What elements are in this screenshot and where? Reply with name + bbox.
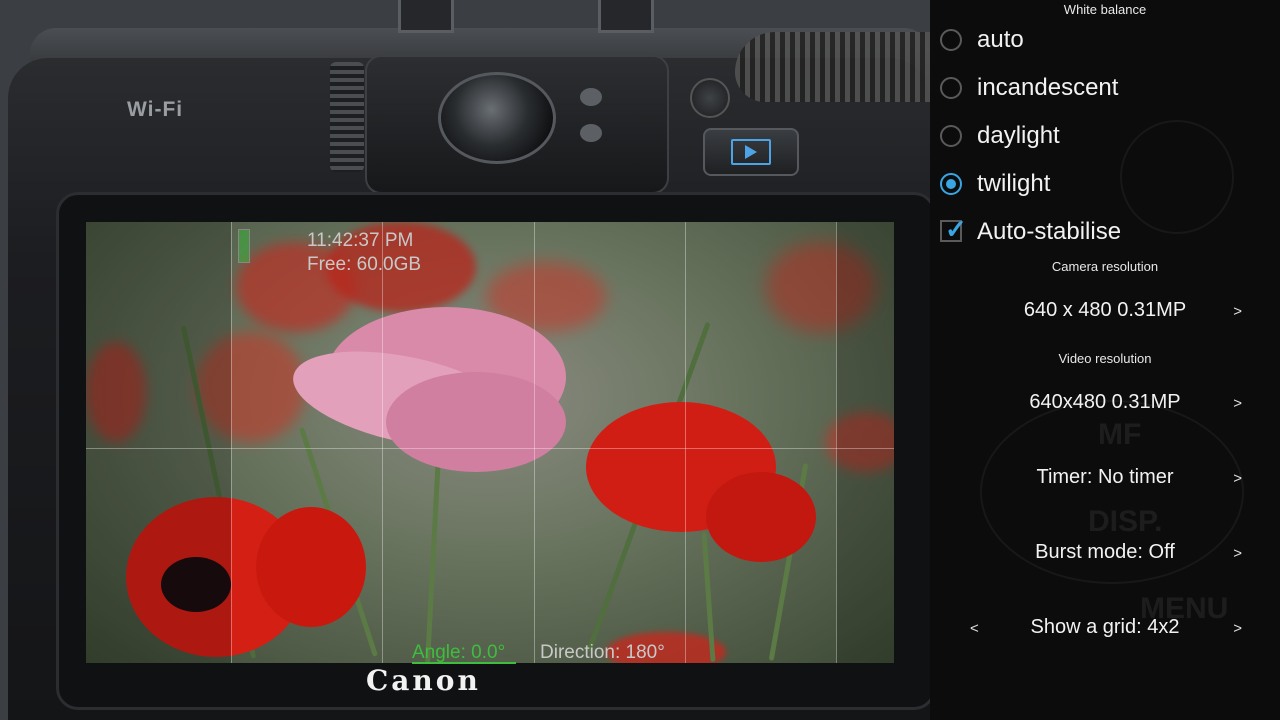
grid-line <box>231 222 232 663</box>
radio-button[interactable] <box>940 125 962 147</box>
red-poppy-petal <box>256 507 366 627</box>
camera-resolution-title: Camera resolution <box>1051 259 1159 274</box>
radio-label: daylight <box>977 122 1060 149</box>
timer-value: Timer: No timer <box>1036 466 1174 488</box>
grid-selector[interactable]: < Show a grid: 4x2 > <box>930 604 1280 654</box>
wifi-label: Wi-Fi <box>127 98 184 121</box>
angle-level-line <box>412 662 516 664</box>
hotshoe-left <box>398 0 454 33</box>
play-icon <box>731 139 771 165</box>
burst-mode-selector[interactable]: Burst mode: Off > <box>930 529 1280 579</box>
radio-button[interactable] <box>940 29 962 51</box>
sensor-dot-bottom <box>580 124 602 142</box>
next-arrow-icon[interactable]: > <box>1233 620 1242 637</box>
video-resolution-selector[interactable]: 640x480 0.31MP > <box>930 379 1280 429</box>
camera-resolution-value: 640 x 480 0.31MP <box>1023 299 1187 321</box>
pink-poppy-petal <box>386 372 566 472</box>
red-poppy-petal <box>706 472 816 562</box>
burst-mode-value: Burst mode: Off <box>1035 541 1175 563</box>
angle-display: Angle: 0.0° <box>412 642 506 663</box>
diopter-screw <box>690 78 730 118</box>
camera-resolution-selector[interactable]: 640 x 480 0.31MP > <box>930 287 1280 337</box>
auto-stabilise-toggle[interactable]: ✓ Auto-stabilise <box>940 214 1270 254</box>
white-balance-title: White balance <box>1063 2 1147 17</box>
radio-button-selected[interactable] <box>940 173 962 195</box>
battery-indicator <box>238 229 250 263</box>
timer-selector[interactable]: Timer: No timer > <box>930 454 1280 504</box>
flower-stem <box>425 437 442 663</box>
next-arrow-icon[interactable]: > <box>1233 395 1242 412</box>
white-balance-auto[interactable]: auto <box>940 22 1270 62</box>
checkbox-label: Auto-stabilise <box>977 218 1122 245</box>
grid-line <box>836 222 837 663</box>
free-space-display: Free: 60.0GB <box>307 254 422 275</box>
grid-value: Show a grid: 4x2 <box>1030 616 1180 638</box>
sensor-dot-top <box>580 88 602 106</box>
video-resolution-value: 640x480 0.31MP <box>1029 391 1181 413</box>
checkmark-icon: ✓ <box>945 214 967 244</box>
grid-line <box>382 222 383 663</box>
control-dial <box>330 62 364 172</box>
next-arrow-icon[interactable]: > <box>1233 470 1242 487</box>
playback-button <box>703 128 799 176</box>
settings-panel: MF DISP. MENU White balance auto incande… <box>930 0 1280 720</box>
hotshoe-right <box>598 0 654 33</box>
viewfinder-lens <box>438 72 556 164</box>
direction-display: Direction: 180° <box>540 642 665 663</box>
next-arrow-icon[interactable]: > <box>1233 303 1242 320</box>
white-balance-incandescent[interactable]: incandescent <box>940 70 1270 110</box>
radio-label: twilight <box>977 170 1051 197</box>
next-arrow-icon[interactable]: > <box>1233 545 1242 562</box>
radio-label: auto <box>977 26 1024 53</box>
radio-button[interactable] <box>940 77 962 99</box>
mode-dial <box>735 32 935 102</box>
time-display: 11:42:37 PM <box>307 230 414 251</box>
video-resolution-title: Video resolution <box>1058 351 1152 366</box>
grid-line <box>534 222 535 663</box>
grid-shade <box>86 222 231 663</box>
brand-logo: Canon <box>366 664 481 697</box>
camera-preview[interactable] <box>86 222 894 663</box>
radio-label: incandescent <box>977 74 1119 101</box>
white-balance-daylight[interactable]: daylight <box>940 118 1270 158</box>
grid-line <box>86 448 894 449</box>
white-balance-twilight[interactable]: twilight <box>940 166 1270 206</box>
checkbox[interactable]: ✓ <box>940 214 967 244</box>
grid-line <box>685 222 686 663</box>
grid-shade <box>836 222 894 663</box>
